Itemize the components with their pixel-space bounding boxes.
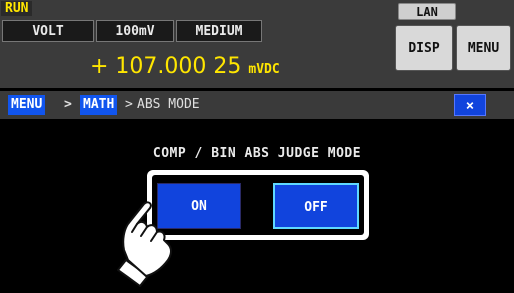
- breadcrumb-current: ABS MODE: [137, 97, 200, 112]
- dialog-title: COMP / BIN ABS JUDGE MODE: [152, 146, 362, 161]
- instrument-screen: RUN VOLT 100mV MEDIUM LAN DISP MENU + 10…: [0, 0, 514, 293]
- breadcrumb-separator: >: [125, 97, 133, 112]
- close-button[interactable]: ×: [454, 94, 486, 116]
- function-field[interactable]: VOLT: [2, 20, 94, 42]
- run-indicator: RUN: [1, 1, 33, 16]
- reading-unit: mVDC: [248, 62, 280, 77]
- menu-button[interactable]: MENU: [456, 25, 511, 71]
- lan-indicator: LAN: [398, 3, 456, 20]
- breadcrumb: MENU > MATH > ABS MODE ×: [0, 91, 514, 119]
- speed-field[interactable]: MEDIUM: [176, 20, 262, 42]
- disp-button[interactable]: DISP: [395, 25, 453, 71]
- reading-value: + 107.000 25: [90, 54, 242, 79]
- off-button[interactable]: OFF: [273, 183, 359, 229]
- measurement-reading: + 107.000 25 mVDC: [90, 52, 280, 85]
- pointing-hand-icon: [117, 201, 172, 287]
- breadcrumb-math[interactable]: MATH: [80, 95, 118, 115]
- status-panel: RUN VOLT 100mV MEDIUM LAN DISP MENU + 10…: [0, 0, 514, 88]
- breadcrumb-menu[interactable]: MENU: [8, 95, 46, 115]
- range-field[interactable]: 100mV: [96, 20, 174, 42]
- breadcrumb-separator: >: [64, 97, 72, 112]
